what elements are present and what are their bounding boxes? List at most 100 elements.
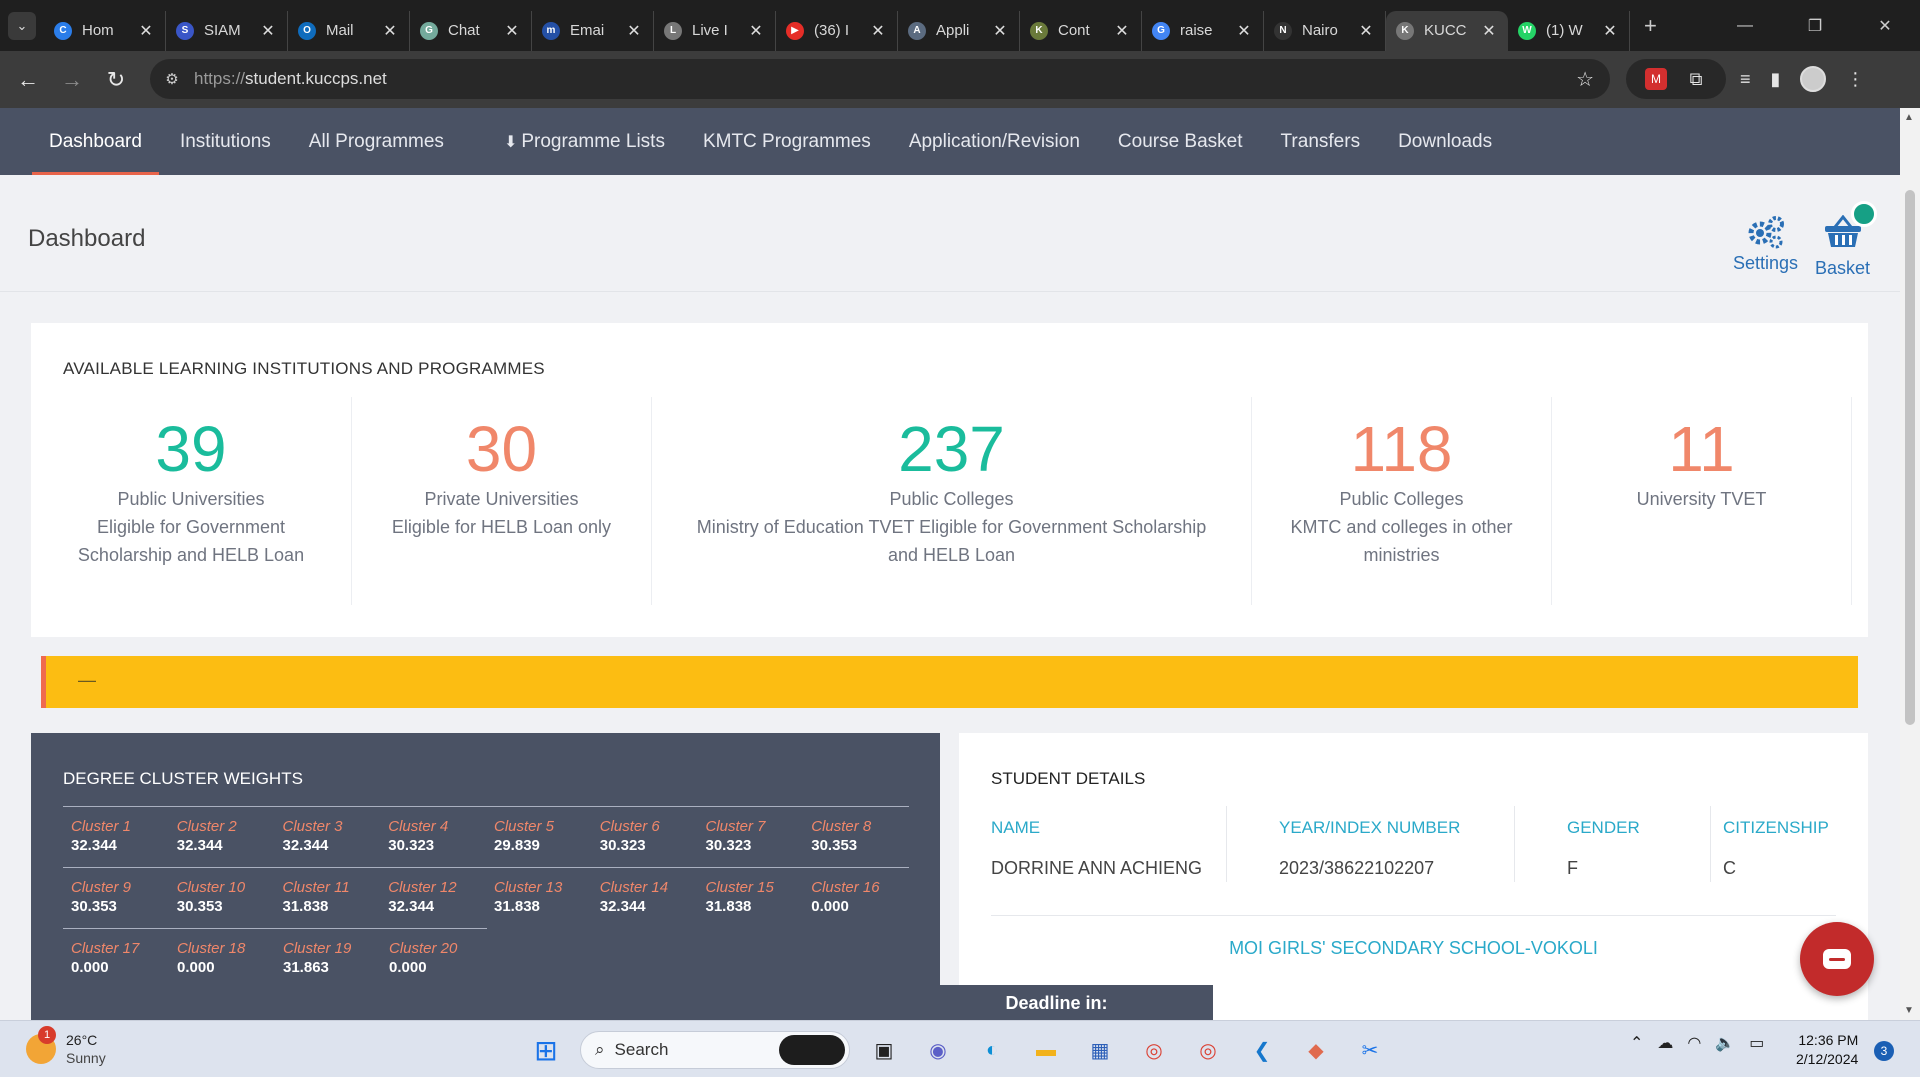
store-icon[interactable]: ▦: [1080, 1030, 1120, 1070]
browser-tab[interactable]: C Hom ✕: [44, 10, 166, 51]
profile-avatar[interactable]: [1800, 66, 1827, 92]
nav-item-label: KMTC Programmes: [702, 130, 871, 152]
basket-button[interactable]: Basket: [1815, 201, 1877, 279]
page-scrollbar[interactable]: ▲ ▼: [1900, 108, 1920, 1020]
scroll-up-icon[interactable]: ▲: [1904, 112, 1914, 123]
kebab-menu-icon[interactable]: ⋮: [1846, 69, 1864, 90]
stat-description-line: Ministry of Education TVET Eligible for …: [696, 517, 1207, 537]
cloud-icon[interactable]: ☁: [1657, 1033, 1673, 1053]
school-name: MOI GIRLS' SECONDARY SCHOOL-VOKOLI: [991, 915, 1836, 959]
stat-block: 39 Public Universities Eligible for Govern…: [31, 397, 352, 605]
cluster-value: 30.323: [388, 837, 435, 854]
clock[interactable]: 12:36 PM 2/12/2024: [1796, 1031, 1858, 1069]
bookmark-star-icon[interactable]: ☆: [1576, 67, 1594, 92]
close-tab-icon[interactable]: ✕: [381, 21, 399, 41]
stat-description-line: Public Colleges: [889, 489, 1014, 509]
task-view-icon[interactable]: ▣: [864, 1030, 904, 1070]
stat-description-line: Public Universities: [117, 489, 265, 509]
gender-value: F: [1567, 858, 1578, 878]
temperature: 26°C: [66, 1032, 98, 1048]
vscode-icon[interactable]: ❮: [1242, 1030, 1282, 1070]
volume-icon[interactable]: 🔈: [1715, 1033, 1735, 1053]
battery-icon[interactable]: ▭: [1749, 1033, 1764, 1053]
close-tab-icon[interactable]: ✕: [1113, 21, 1131, 41]
cluster-name: Cluster 13: [494, 879, 563, 896]
browser-tab[interactable]: m Emai ✕: [532, 10, 654, 51]
browser-tab[interactable]: L Live I ✕: [654, 10, 776, 51]
windows-start-icon[interactable]: ⊞: [526, 1030, 566, 1070]
copilot-icon[interactable]: [779, 1035, 845, 1065]
extension-icon[interactable]: M: [1645, 68, 1667, 90]
notification-badge[interactable]: 3: [1874, 1041, 1894, 1061]
nav-item-application-revision[interactable]: Application/Revision: [890, 108, 1099, 175]
nav-item-label: Dashboard: [49, 130, 142, 152]
cluster-cell: Cluster 4 30.323: [380, 817, 486, 867]
browser-tab[interactable]: O Mail ✕: [288, 10, 410, 51]
close-tab-icon[interactable]: ✕: [625, 21, 643, 41]
new-tab-button[interactable]: +: [1644, 13, 1657, 39]
forward-arrow-icon[interactable]: →: [50, 67, 94, 93]
settings-button[interactable]: Settings: [1733, 215, 1798, 274]
chat-button[interactable]: [1800, 922, 1874, 996]
cluster-name: Cluster 19: [283, 940, 352, 957]
nav-item-all-programmes[interactable]: All Programmes: [290, 108, 463, 175]
close-tab-icon[interactable]: ✕: [259, 21, 277, 41]
puzzle-icon[interactable]: ⧉: [1685, 68, 1707, 90]
minimize-icon[interactable]: —: [1710, 17, 1780, 35]
browser-tab[interactable]: ▶ (36) I ✕: [776, 10, 898, 51]
reload-icon[interactable]: ↻: [94, 67, 138, 93]
cluster-row: Cluster 9 30.353 Cluster 10 30.353 Cluster 1…: [63, 867, 909, 928]
browser-tab[interactable]: G Chat ✕: [410, 10, 532, 51]
side-panel-icon[interactable]: ▮: [1771, 69, 1781, 90]
nav-item-course-basket[interactable]: Course Basket: [1099, 108, 1262, 175]
close-tab-icon[interactable]: ✕: [1601, 21, 1619, 41]
scrollbar-thumb[interactable]: [1905, 190, 1915, 725]
close-tab-icon[interactable]: ✕: [1480, 21, 1498, 41]
nav-item-programme-lists[interactable]: ⬇ Programme Lists: [485, 108, 684, 175]
teams-icon[interactable]: ◉: [918, 1030, 958, 1070]
weather-widget[interactable]: 1 26°C Sunny: [26, 1026, 106, 1067]
chevron-up-icon[interactable]: ⌃: [1630, 1033, 1643, 1053]
nav-item-institutions[interactable]: Institutions: [161, 108, 290, 175]
nav-item-label: Downloads: [1398, 130, 1493, 152]
close-tab-icon[interactable]: ✕: [1357, 21, 1375, 41]
app-icon[interactable]: ◆: [1296, 1030, 1336, 1070]
stat-description-line: University TVET: [1636, 489, 1767, 509]
browser-tab[interactable]: W (1) W ✕: [1508, 10, 1630, 51]
nav-item-transfers[interactable]: Transfers: [1262, 108, 1380, 175]
close-tab-icon[interactable]: ✕: [747, 21, 765, 41]
browser-tab[interactable]: Graise ✕: [1142, 10, 1264, 51]
chrome-icon[interactable]: ◎: [1134, 1030, 1174, 1070]
close-tab-icon[interactable]: ✕: [503, 21, 521, 41]
back-arrow-icon[interactable]: ←: [6, 67, 50, 93]
nav-item-dashboard[interactable]: Dashboard: [30, 108, 161, 175]
file-explorer-icon[interactable]: ▬: [1026, 1030, 1066, 1070]
restore-icon[interactable]: ❐: [1780, 16, 1850, 36]
close-tab-icon[interactable]: ✕: [137, 21, 155, 41]
close-tab-icon[interactable]: ✕: [869, 21, 887, 41]
time: 12:36 PM: [1798, 1032, 1859, 1048]
snipping-tool-icon[interactable]: ✂: [1350, 1030, 1390, 1070]
close-window-icon[interactable]: ✕: [1850, 16, 1920, 36]
institutions-heading: AVAILABLE LEARNING INSTITUTIONS AND PROG…: [63, 359, 545, 378]
media-control-icon[interactable]: ≡: [1740, 69, 1751, 90]
close-tab-icon[interactable]: ✕: [1235, 21, 1253, 41]
browser-tab[interactable]: K KUCC ✕: [1386, 10, 1508, 51]
tab-favicon-icon: W: [1518, 21, 1536, 40]
nav-item-downloads[interactable]: Downloads: [1379, 108, 1511, 175]
browser-tab[interactable]: S SIAM ✕: [166, 10, 288, 51]
site-info-icon[interactable]: ⚙: [150, 70, 194, 88]
edge-icon[interactable]: ◐: [972, 1030, 1012, 1070]
tab-search-button[interactable]: ⌄: [0, 0, 44, 51]
wifi-icon[interactable]: ◠: [1687, 1033, 1701, 1053]
close-tab-icon[interactable]: ✕: [991, 21, 1009, 41]
taskbar-search[interactable]: ⌕ Search: [580, 1031, 850, 1069]
cluster-weights-title: DEGREE CLUSTER WEIGHTS: [63, 769, 303, 788]
chrome-profile-icon[interactable]: ◎: [1188, 1030, 1228, 1070]
nav-item-kmtc-programmes[interactable]: KMTC Programmes: [684, 108, 890, 175]
address-bar[interactable]: ⚙ https://student.kuccps.net ☆: [150, 59, 1610, 99]
browser-tab[interactable]: A Appli ✕: [898, 10, 1020, 51]
browser-tab[interactable]: N Nairo ✕: [1264, 10, 1386, 51]
browser-tab[interactable]: K Cont ✕: [1020, 10, 1142, 51]
scroll-down-icon[interactable]: ▼: [1904, 1005, 1914, 1016]
